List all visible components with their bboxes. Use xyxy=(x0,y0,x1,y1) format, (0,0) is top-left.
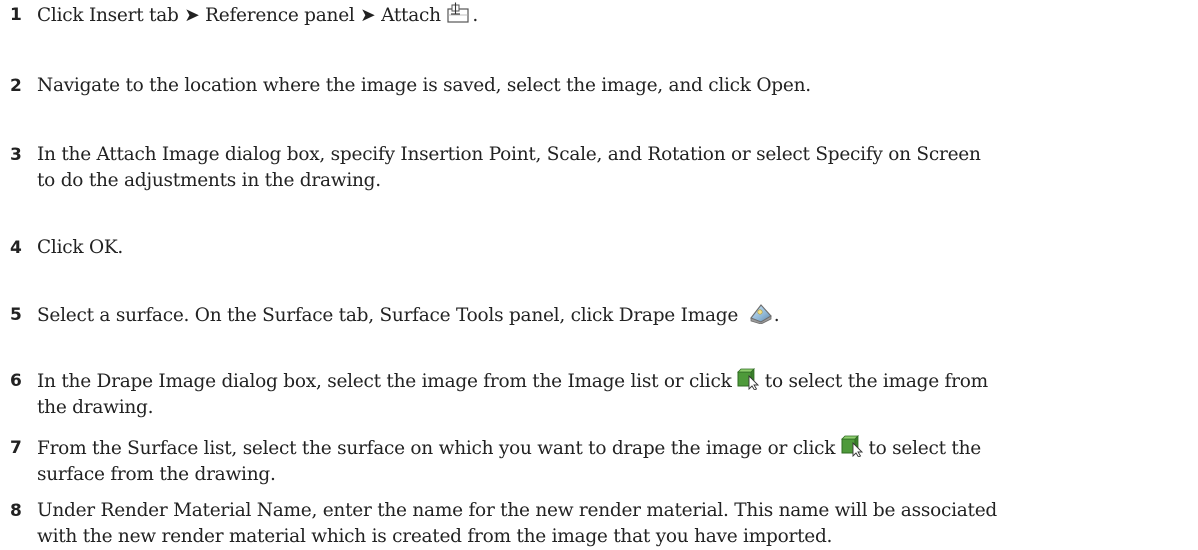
step-text: Navigate to the location where the image… xyxy=(37,75,811,96)
step-number: 4 xyxy=(10,238,22,258)
step-number: 1 xyxy=(10,5,22,25)
procedure-steps: 1 Click Insert tab ➤ Reference panel ➤ A… xyxy=(0,0,1198,548)
step-text: In the Attach Image dialog box, specify … xyxy=(37,142,1195,194)
step-text-line: surface from the drawing. xyxy=(37,464,276,485)
drape-image-icon xyxy=(748,302,774,324)
step-text-part: In the Drape Image dialog box, select th… xyxy=(37,371,738,392)
step-text-line: the drawing. xyxy=(37,397,154,418)
step-text-line: In the Attach Image dialog box, specify … xyxy=(37,144,981,165)
step-text: Under Render Material Name, enter the na… xyxy=(37,498,1195,550)
step-text: From the Surface list, select the surfac… xyxy=(37,435,1195,488)
step-text-part: . xyxy=(773,305,780,326)
step-text-part: to select the image from xyxy=(759,371,988,392)
step-text-line: From the Surface list, select the surfac… xyxy=(37,435,1195,462)
step-text-part: to select the xyxy=(862,438,981,459)
step-number: 6 xyxy=(10,371,22,391)
select-from-drawing-icon xyxy=(840,435,863,457)
step-number: 3 xyxy=(10,145,22,165)
step-number: 7 xyxy=(10,438,22,458)
select-from-drawing-icon xyxy=(737,368,760,390)
step-number: 5 xyxy=(10,305,22,325)
step-text-part: Select a surface. On the Surface tab, Su… xyxy=(37,305,744,326)
step-number: 8 xyxy=(10,501,22,521)
step-number: 2 xyxy=(10,76,22,96)
step-text-line: to do the adjustments in the drawing. xyxy=(37,170,381,191)
step-text: Select a surface. On the Surface tab, Su… xyxy=(37,302,1195,329)
step-text: Click OK. xyxy=(37,237,124,258)
step-text-part: Click Insert tab ➤ Reference panel ➤ Att… xyxy=(37,5,447,26)
attach-icon xyxy=(446,2,472,24)
step-text-part: . xyxy=(472,5,479,26)
step-text-line: Under Render Material Name, enter the na… xyxy=(37,500,997,521)
step-text-line: In the Drape Image dialog box, select th… xyxy=(37,368,1195,395)
step-text-line: with the new render material which is cr… xyxy=(37,526,833,547)
step-text-part: From the Surface list, select the surfac… xyxy=(37,438,841,459)
step-text: Click Insert tab ➤ Reference panel ➤ Att… xyxy=(37,2,1195,29)
step-text: In the Drape Image dialog box, select th… xyxy=(37,368,1195,421)
